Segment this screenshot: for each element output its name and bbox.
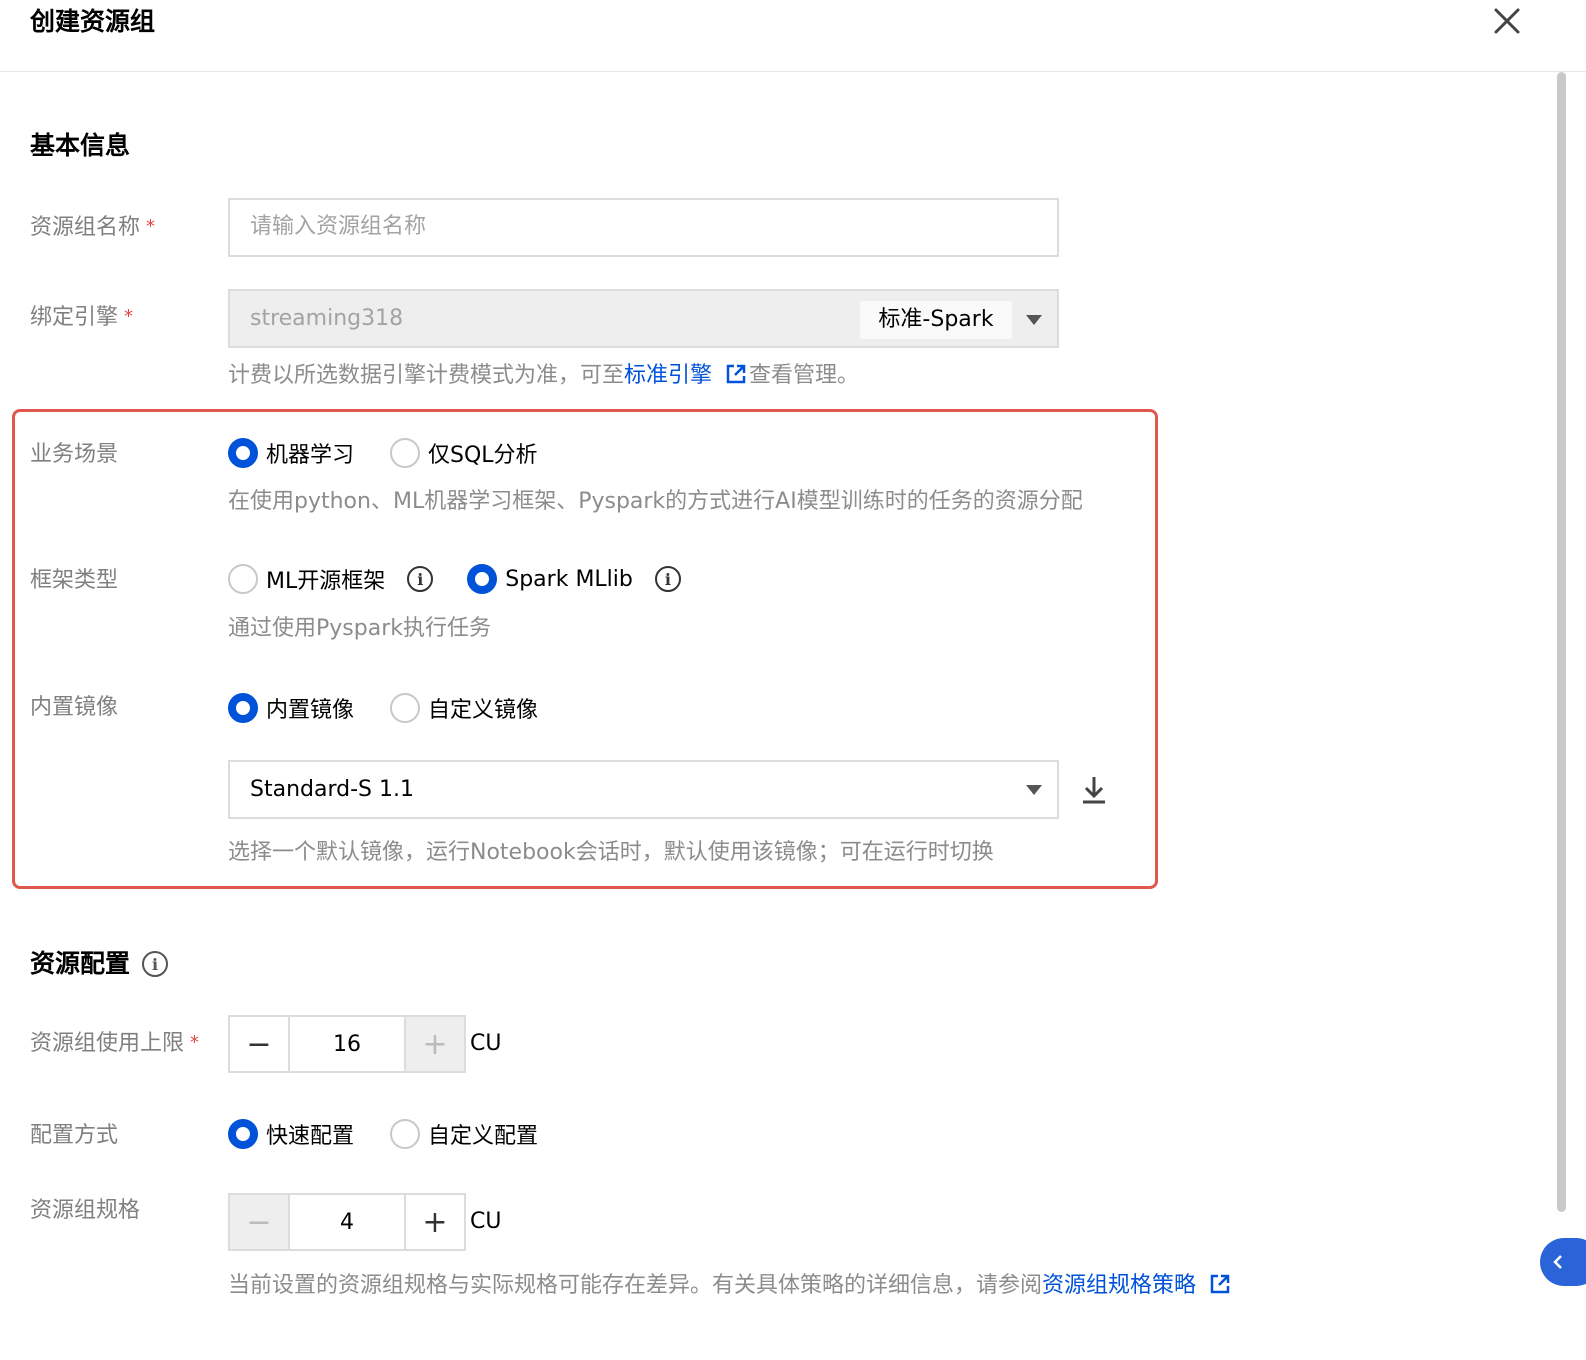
name-input[interactable]: 请输入资源组名称	[228, 198, 1059, 257]
spec-label: 资源组规格	[30, 1198, 141, 1223]
side-panel-toggle[interactable]	[1540, 1238, 1586, 1286]
framework-radio-group: ML开源框架 i Spark MLlib i	[228, 563, 681, 595]
header-divider	[0, 71, 1586, 72]
engine-select[interactable]: streaming318 标准-Spark	[228, 289, 1059, 348]
radio-machine-learning[interactable]: 机器学习	[228, 437, 354, 469]
increment-button[interactable]: +	[406, 1195, 464, 1249]
radio-label: 自定义镜像	[428, 698, 539, 723]
radio-indicator[interactable]	[228, 1119, 258, 1149]
framework-hint: 通过使用Pyspark执行任务	[228, 616, 491, 641]
external-link-icon[interactable]	[1209, 1273, 1231, 1295]
required-mark: *	[124, 306, 134, 327]
info-icon[interactable]: i	[654, 566, 681, 592]
required-mark: *	[190, 1032, 200, 1053]
limit-stepper[interactable]: − 16 +	[228, 1015, 466, 1073]
radio-label: Spark MLlib	[505, 566, 633, 592]
radio-indicator[interactable]	[228, 693, 258, 723]
radio-indicator[interactable]	[390, 438, 421, 468]
framework-label: 框架类型	[30, 568, 119, 593]
section-title-basic: 基本信息	[30, 131, 131, 160]
limit-label: 资源组使用上限 *	[30, 1031, 200, 1056]
image-label: 内置镜像	[30, 695, 119, 720]
radio-label: 自定义配置	[428, 1124, 539, 1149]
radio-builtin-image[interactable]: 内置镜像	[228, 692, 354, 724]
config-mode-radio-group: 快速配置 自定义配置	[228, 1118, 538, 1150]
engine-label: 绑定引擎 *	[30, 305, 134, 330]
download-icon[interactable]	[1081, 775, 1107, 809]
radio-label: 机器学习	[266, 443, 355, 468]
spec-policy-link[interactable]: 资源组规格策略	[1042, 1273, 1196, 1298]
section-title-resource: 资源配置	[30, 949, 131, 978]
radio-indicator[interactable]	[228, 438, 258, 468]
radio-label: 内置镜像	[266, 698, 355, 723]
decrement-button[interactable]: −	[230, 1017, 288, 1071]
radio-quick-config[interactable]: 快速配置	[228, 1118, 354, 1150]
radio-indicator[interactable]	[228, 564, 258, 594]
engine-hint: 计费以所选数据引擎计费模式为准，可至标准引擎 查看管理。	[228, 363, 860, 388]
spec-stepper[interactable]: − 4 +	[228, 1193, 466, 1251]
limit-unit: CU	[470, 1031, 502, 1056]
scenario-hint: 在使用python、ML机器学习框架、Pyspark的方式进行AI模型训练时的任…	[228, 489, 1083, 514]
radio-custom-image[interactable]: 自定义镜像	[390, 692, 538, 724]
increment-button[interactable]: +	[406, 1017, 464, 1071]
radio-label: 仅SQL分析	[428, 443, 538, 468]
radio-label: 快速配置	[266, 1124, 355, 1149]
radio-sql-only[interactable]: 仅SQL分析	[390, 437, 538, 469]
chevron-down-icon	[1026, 785, 1042, 795]
section-resource: 资源配置 i	[30, 946, 169, 982]
radio-indicator[interactable]	[467, 564, 498, 594]
chevron-down-icon	[1026, 315, 1042, 325]
external-link-icon[interactable]	[725, 363, 747, 385]
name-label: 资源组名称 *	[30, 215, 156, 240]
limit-value[interactable]: 16	[288, 1017, 406, 1071]
radio-ml-open-source[interactable]: ML开源框架	[228, 563, 385, 595]
image-select[interactable]: Standard-S 1.1	[228, 760, 1059, 819]
image-radio-group: 内置镜像 自定义镜像	[228, 692, 538, 724]
image-hint: 选择一个默认镜像，运行Notebook会话时，默认使用该镜像；可在运行时切换	[228, 840, 994, 865]
name-input-placeholder: 请输入资源组名称	[250, 214, 427, 239]
engine-type-tag: 标准-Spark	[860, 301, 1012, 339]
config-mode-label: 配置方式	[30, 1123, 119, 1148]
spec-value[interactable]: 4	[288, 1195, 406, 1249]
spec-unit: CU	[470, 1209, 502, 1234]
scrollbar[interactable]	[1557, 72, 1566, 1212]
decrement-button[interactable]: −	[230, 1195, 288, 1249]
info-icon[interactable]: i	[407, 566, 434, 592]
dialog-title: 创建资源组	[30, 7, 156, 36]
radio-custom-config[interactable]: 自定义配置	[390, 1118, 538, 1150]
radio-indicator[interactable]	[390, 693, 421, 723]
info-icon[interactable]: i	[142, 951, 169, 977]
required-mark: *	[146, 216, 156, 237]
spec-hint: 当前设置的资源组规格与实际规格可能存在差异。有关具体策略的详细信息，请参阅资源组…	[228, 1270, 1231, 1302]
scenario-radio-group: 机器学习 仅SQL分析	[228, 437, 538, 469]
image-select-value: Standard-S 1.1	[250, 777, 414, 802]
close-icon[interactable]	[1490, 4, 1524, 38]
chevron-left-icon	[1553, 1255, 1562, 1269]
radio-indicator[interactable]	[390, 1119, 421, 1149]
standard-engine-link[interactable]: 标准引擎	[624, 363, 712, 388]
radio-label: ML开源框架	[266, 569, 386, 594]
radio-spark-mllib[interactable]: Spark MLlib	[467, 564, 633, 594]
scenario-label: 业务场景	[30, 442, 119, 467]
